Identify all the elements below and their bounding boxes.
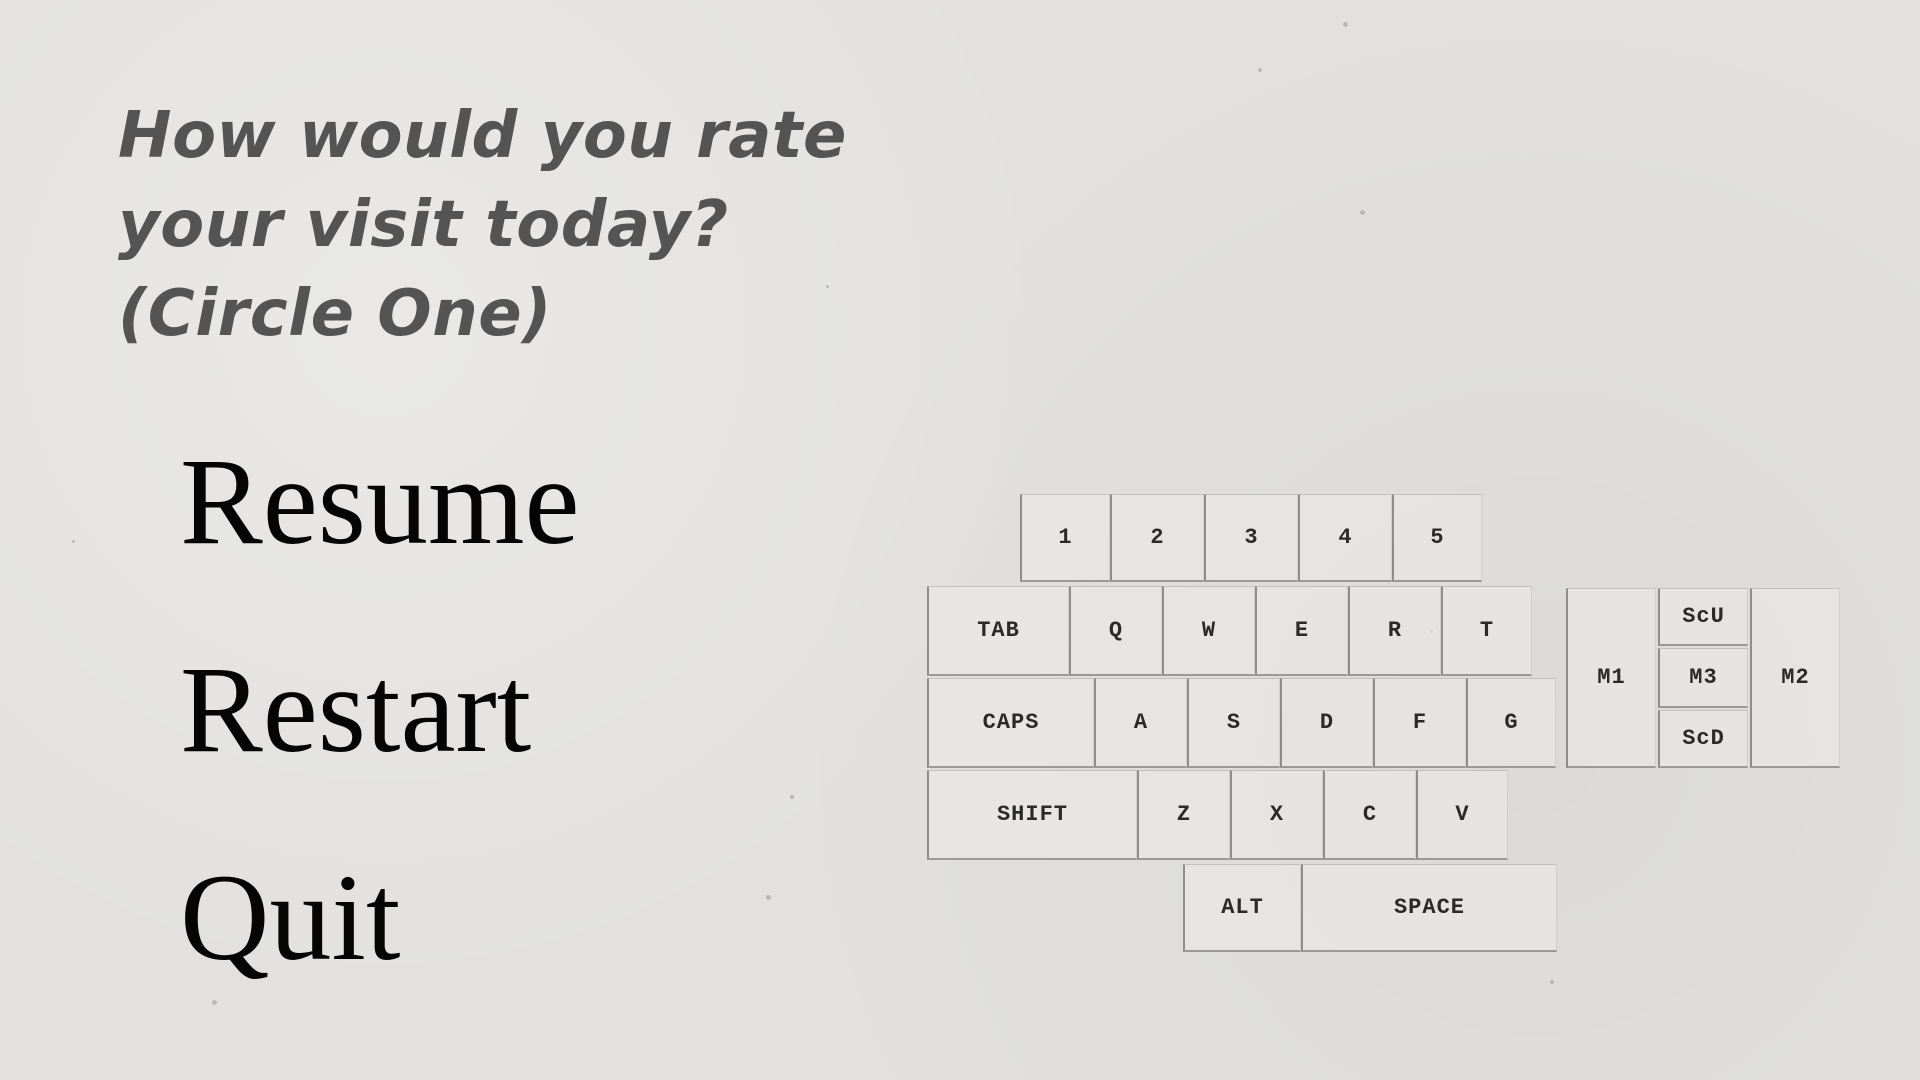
- paper-speck: [766, 895, 771, 900]
- key-a: A: [1094, 678, 1187, 768]
- key-f: F: [1373, 678, 1466, 768]
- paper-speck: [1343, 22, 1348, 27]
- key-s: S: [1187, 678, 1280, 768]
- resume-button[interactable]: Resume: [180, 440, 580, 564]
- rating-prompt: How would you rate your visit today? (Ci…: [118, 92, 847, 359]
- key-z: Z: [1137, 770, 1230, 860]
- key-t: T: [1441, 586, 1532, 676]
- prompt-line-2: your visit today?: [118, 188, 729, 262]
- paper-speck: [1258, 68, 1262, 72]
- paper-speck: [72, 540, 75, 543]
- key-space: SPACE: [1301, 864, 1557, 952]
- prompt-line-3: (Circle One): [118, 277, 552, 351]
- key-4: 4: [1298, 494, 1392, 582]
- key-shift: SHIFT: [927, 770, 1137, 860]
- paper-speck: [1550, 980, 1554, 984]
- key-tab: TAB: [927, 586, 1069, 676]
- key-g: G: [1466, 678, 1556, 768]
- paper-speck: [212, 1000, 217, 1005]
- key-v: V: [1416, 770, 1508, 860]
- prompt-line-1: How would you rate: [118, 99, 847, 173]
- key-2: 2: [1110, 494, 1204, 582]
- key-e: E: [1255, 586, 1348, 676]
- key-alt: ALT: [1183, 864, 1301, 952]
- key-c: C: [1323, 770, 1416, 860]
- key-caps: CAPS: [927, 678, 1094, 768]
- key-q: Q: [1069, 586, 1162, 676]
- key-3: 3: [1204, 494, 1298, 582]
- mouse-scroll-up: ScU: [1658, 588, 1748, 646]
- restart-button[interactable]: Restart: [180, 648, 531, 772]
- mouse-button-m1: M1: [1566, 588, 1656, 768]
- key-r: R: [1348, 586, 1441, 676]
- key-5: 5: [1392, 494, 1482, 582]
- paper-speck: [1360, 210, 1365, 215]
- quit-button[interactable]: Quit: [180, 856, 400, 980]
- mouse-button-m3: M3: [1658, 648, 1748, 708]
- paper-speck: [790, 795, 794, 799]
- key-1: 1: [1020, 494, 1110, 582]
- mouse-button-m2: M2: [1750, 588, 1840, 768]
- key-d: D: [1280, 678, 1373, 768]
- key-w: W: [1162, 586, 1255, 676]
- mouse-scroll-down: ScD: [1658, 710, 1748, 768]
- key-x: X: [1230, 770, 1323, 860]
